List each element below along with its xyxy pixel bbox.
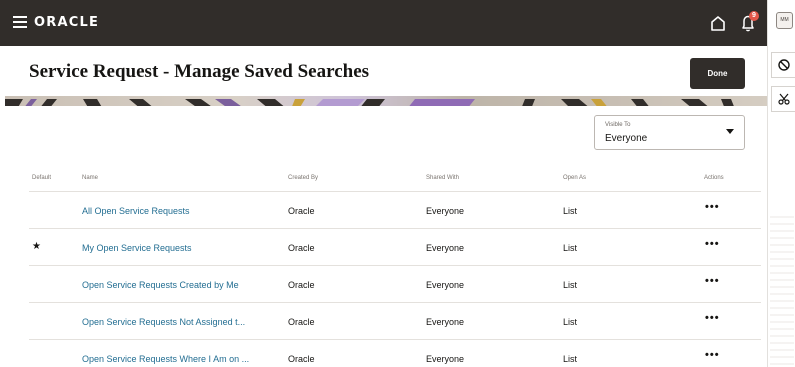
bell-icon[interactable]: 9 (737, 11, 759, 35)
page-title: Service Request - Manage Saved Searches (29, 61, 370, 82)
row-actions-menu-icon[interactable]: ••• (705, 238, 720, 250)
block-icon[interactable] (771, 52, 795, 78)
home-icon[interactable] (707, 12, 729, 34)
scissors-icon[interactable] (771, 86, 795, 112)
open-as-cell: List (563, 354, 578, 364)
hamburger-menu-icon[interactable] (13, 16, 27, 28)
created-by-cell: Oracle (288, 206, 315, 216)
shared-with-cell: Everyone (426, 206, 465, 216)
done-button[interactable]: Done (690, 58, 745, 89)
column-header-shared-with[interactable]: Shared With (426, 175, 459, 181)
visible-to-label: Visible To (605, 122, 631, 128)
column-header-default[interactable]: Default (32, 175, 51, 181)
table-header: Default Name Created By Shared With Open… (29, 167, 761, 192)
created-by-cell: Oracle (288, 243, 315, 253)
created-by-cell: Oracle (288, 354, 315, 364)
open-as-cell: List (563, 317, 578, 327)
saved-searches-table: Default Name Created By Shared With Open… (29, 167, 761, 367)
column-header-open-as[interactable]: Open As (563, 175, 586, 181)
visible-to-value: Everyone (605, 133, 648, 144)
oracle-logo[interactable]: ORACLE (34, 14, 99, 32)
saved-search-name-link[interactable]: All Open Service Requests (82, 206, 190, 217)
created-by-cell: Oracle (288, 280, 315, 290)
shared-with-cell: Everyone (426, 280, 465, 290)
table-row: ★ My Open Service Requests Oracle Everyo… (29, 229, 761, 266)
saved-search-name-link[interactable]: My Open Service Requests (82, 243, 192, 254)
saved-search-name-link[interactable]: Open Service Requests Where I Am on ... (82, 354, 249, 365)
avatar[interactable]: MM (776, 12, 793, 29)
right-rail: MM (767, 0, 795, 367)
rail-decoration (770, 216, 794, 366)
row-actions-menu-icon[interactable]: ••• (705, 275, 720, 287)
shared-with-cell: Everyone (426, 317, 465, 327)
open-as-cell: List (563, 280, 578, 290)
table-row: Open Service Requests Where I Am on ... … (29, 340, 761, 367)
decorative-banner (5, 96, 767, 106)
visible-to-select[interactable]: Visible To Everyone (594, 115, 745, 150)
open-as-cell: List (563, 206, 578, 216)
column-header-created-by[interactable]: Created By (288, 175, 318, 181)
default-star-icon: ★ (32, 241, 41, 252)
created-by-cell: Oracle (288, 317, 315, 327)
table-row: Open Service Requests Not Assigned t... … (29, 303, 761, 340)
global-header: ORACLE 9 (0, 0, 767, 46)
row-actions-menu-icon[interactable]: ••• (705, 349, 720, 361)
shared-with-cell: Everyone (426, 354, 465, 364)
chevron-down-icon (726, 129, 734, 134)
column-header-name[interactable]: Name (82, 175, 98, 181)
table-row: All Open Service Requests Oracle Everyon… (29, 192, 761, 229)
open-as-cell: List (563, 243, 578, 253)
manage-saved-searches-page: ORACLE 9 MM Service Request - Manage Sav… (0, 0, 795, 367)
table-row: Open Service Requests Created by Me Orac… (29, 266, 761, 303)
saved-search-name-link[interactable]: Open Service Requests Not Assigned t... (82, 317, 245, 328)
shared-with-cell: Everyone (426, 243, 465, 253)
column-header-actions: Actions (704, 175, 724, 181)
notification-badge: 9 (749, 11, 759, 21)
saved-search-name-link[interactable]: Open Service Requests Created by Me (82, 280, 239, 291)
row-actions-menu-icon[interactable]: ••• (705, 201, 720, 213)
row-actions-menu-icon[interactable]: ••• (705, 312, 720, 324)
